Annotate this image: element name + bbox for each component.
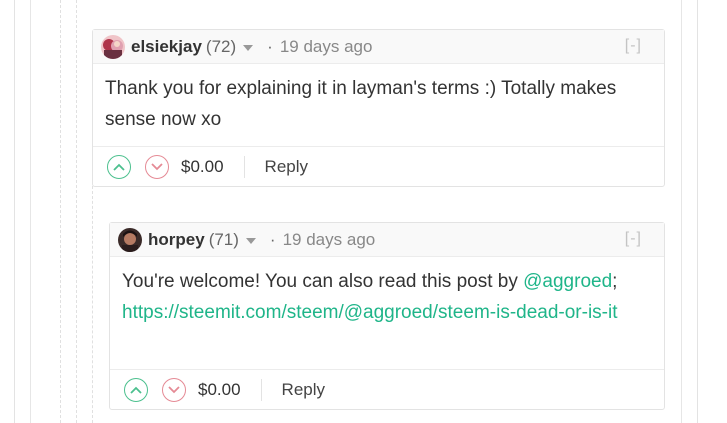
upvote-button[interactable] <box>124 377 148 402</box>
author-name[interactable]: horpey <box>148 230 205 250</box>
reply-button[interactable]: Reply <box>265 157 308 177</box>
comment-header: horpey (71) · 19 days ago [-] <box>110 223 664 257</box>
chevron-up-icon <box>130 386 142 394</box>
comment-footer: $0.00 Reply <box>93 146 664 186</box>
avatar[interactable] <box>101 34 125 59</box>
thread-indent-line <box>60 0 61 423</box>
payout-amount[interactable]: $0.00 <box>198 378 262 401</box>
comment-body: You're welcome! You can also read this p… <box>122 266 654 328</box>
downvote-button[interactable] <box>145 154 169 179</box>
author-name[interactable]: elsiekjay <box>131 37 202 57</box>
thread-indent-line <box>92 186 93 423</box>
chevron-down-icon <box>168 385 180 393</box>
collapse-toggle[interactable]: [-] <box>625 230 642 248</box>
comment-horpey: horpey (71) · 19 days ago [-] You're wel… <box>109 222 665 410</box>
collapse-toggle[interactable]: [-] <box>625 37 642 55</box>
payout-amount[interactable]: $0.00 <box>181 155 245 178</box>
comment-footer: $0.00 Reply <box>110 369 664 409</box>
author-reputation: (72) <box>205 36 237 56</box>
comment-thread: elsiekjay (72) · 19 days ago [-] Thank y… <box>0 0 727 423</box>
downvote-button[interactable] <box>162 377 186 402</box>
chevron-down-icon <box>151 162 163 170</box>
mention-link[interactable]: @aggroed <box>523 271 612 292</box>
author-dropdown-icon[interactable] <box>243 44 254 51</box>
author-dropdown-icon[interactable] <box>245 237 256 244</box>
reply-button[interactable]: Reply <box>282 380 325 400</box>
post-link[interactable]: https://steemit.com/steem/@aggroed/steem… <box>122 302 618 323</box>
avatar[interactable] <box>118 227 142 252</box>
chevron-up-icon <box>113 163 125 171</box>
body-text: ; <box>612 271 618 292</box>
comment-elsiekjay: elsiekjay (72) · 19 days ago [-] Thank y… <box>92 29 665 187</box>
body-text: You're welcome! You can also read this p… <box>122 271 524 292</box>
separator-dot: · <box>267 36 273 56</box>
separator-dot: · <box>269 229 276 249</box>
upvote-button[interactable] <box>107 154 131 179</box>
comment-header: elsiekjay (72) · 19 days ago [-] <box>93 30 664 64</box>
author-reputation: (71) <box>208 229 239 249</box>
comment-timestamp[interactable]: 19 days ago <box>280 37 373 57</box>
comment-timestamp[interactable]: 19 days ago <box>283 230 376 250</box>
thread-indent-line <box>76 0 77 423</box>
comment-body: Thank you for explaining it in layman's … <box>105 78 617 130</box>
